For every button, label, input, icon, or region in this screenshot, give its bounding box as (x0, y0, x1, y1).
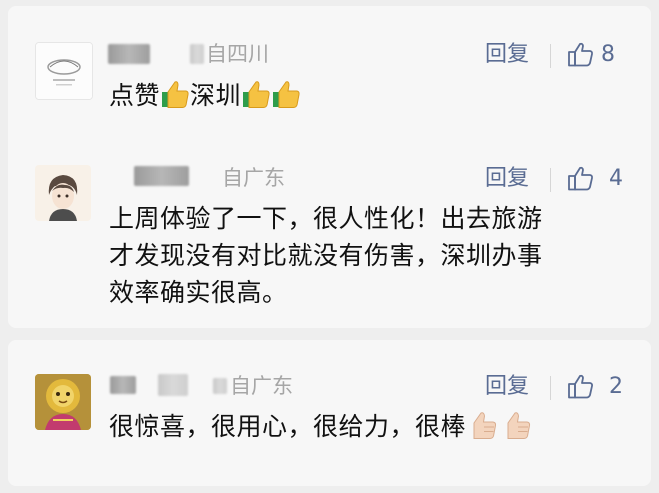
avatar-logo-image (36, 43, 92, 99)
comment-card: 自广东 回复 2 很惊喜，很用心，很给力，很棒 (8, 340, 651, 486)
thumbs-up-emoji (243, 81, 270, 108)
avatar-lion-costume-image (35, 374, 91, 430)
thumbs-up-light-emoji (473, 412, 497, 439)
thumbs-up-emoji (162, 81, 189, 108)
like-count: 8 (601, 42, 615, 67)
username-redacted (190, 44, 204, 64)
comment-text: 点赞 深圳 (109, 77, 301, 114)
divider (550, 168, 551, 192)
comment-card: 自四川 回复 8 点赞 深圳 自广东 回复 4 上周体验了一下，很人性化！出去旅游… (8, 6, 651, 328)
thumbs-up-icon[interactable] (567, 41, 594, 68)
avatar-anime-boy-image (35, 165, 91, 221)
thumbs-up-icon[interactable] (567, 373, 594, 400)
comment-line: 效率确实很高。 (109, 278, 288, 307)
thumbs-up-icon[interactable] (567, 165, 594, 192)
username-redacted (158, 374, 188, 396)
reply-button[interactable]: 回复 (485, 42, 529, 68)
reply-button[interactable]: 回复 (485, 374, 529, 400)
divider (550, 44, 551, 68)
username-redacted[interactable] (134, 166, 189, 186)
like-count: 2 (609, 374, 623, 399)
region-label: 自四川 (206, 42, 269, 66)
comment-line: 才发现没有对比就没有伤害，深圳办事 (109, 241, 543, 270)
comment-text: 很惊喜，很用心，很给力，很棒 (109, 408, 534, 445)
like-count: 4 (609, 166, 623, 191)
region-label: 自广东 (230, 374, 293, 398)
username-redacted[interactable] (110, 376, 136, 394)
avatar[interactable] (35, 165, 91, 221)
comment-line: 上周体验了一下，很人性化！出去旅游 (109, 204, 543, 233)
thumbs-up-light-emoji (507, 412, 531, 439)
region-label: 自广东 (222, 166, 285, 190)
reply-button[interactable]: 回复 (485, 166, 529, 192)
username-redacted[interactable] (108, 44, 150, 64)
comment-text: 上周体验了一下，很人性化！出去旅游 才发现没有对比就没有伤害，深圳办事 效率确实… (109, 200, 543, 311)
username-redacted (213, 378, 227, 394)
divider (550, 376, 551, 400)
thumbs-up-emoji (273, 81, 300, 108)
avatar[interactable] (35, 42, 93, 100)
avatar[interactable] (35, 374, 91, 430)
